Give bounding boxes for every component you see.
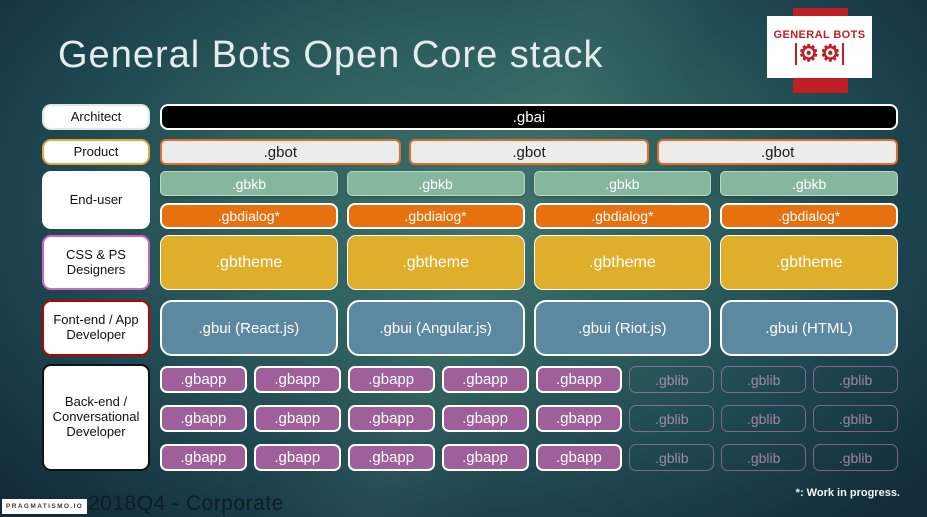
stack-box-gbtheme: .gbtheme [160,235,338,290]
stack-box-gbapp: .gbapp [535,366,623,393]
stack-box-gblib: .gblib [721,366,807,393]
stack-row-gbapp-row-1: .gbapp .gbapp .gbapp .gbapp .gbapp .gblib .gbl… [160,366,898,393]
gear-icon: ⚙ [820,40,841,66]
stack-box-gbot: .gbot [408,139,650,165]
gear-icon: ⚙ [798,40,819,66]
role-label-end-user: End-user [42,171,150,229]
stack-box-gblib: .gblib [721,444,807,471]
gear-end-bar-right [841,42,845,65]
stack-row-gbui: .gbui (React.js) .gbui (Angular.js) .gbui … [160,300,898,356]
stack-box-gbkb: .gbkb [346,171,525,196]
stack-box-gbapp: .gbapp [253,444,341,471]
stack-row-gbai: .gbai [160,104,898,130]
stack-box-gbui: .gbui (Riot.js) [533,300,712,356]
stack-box-gbkb: .gbkb [533,171,712,196]
work-in-progress-note: *: Work in progress. [795,487,900,499]
stack-box-gbtheme: .gbtheme [533,235,712,290]
stack-box-gbot: .gbot [160,139,401,165]
stack-box-gbdialog: .gbdialog* [533,203,712,229]
stack-box-gbai: .gbai [160,104,898,130]
stack-box-gbui: .gbui (React.js) [160,300,338,356]
stack-row-gbkb: .gbkb .gbkb .gbkb .gbkb [160,171,898,196]
stack-box-gblib: .gblib [629,405,715,432]
stack-box-gbdialog: .gbdialog* [346,203,525,229]
stack-box-gbapp: .gbapp [535,405,623,432]
stack-box-gbapp: .gbapp [347,444,435,471]
stack-row-gbapp-row-2: .gbapp .gbapp .gbapp .gbapp .gbapp .gblib .gbl… [160,405,898,432]
slide-canvas: General Bots Open Core stack GENERAL BOT… [0,0,927,517]
stack-box-gbapp: .gbapp [253,366,341,393]
stack-box-gbapp: .gbapp [347,366,435,393]
stack-box-gbtheme: .gbtheme [346,235,525,290]
stack-box-gbkb: .gbkb [720,171,898,196]
role-label-product: Product [42,139,150,165]
stack-box-gblib: .gblib [629,366,715,393]
stack-box-gbapp: .gbapp [253,405,341,432]
role-label-font-end-app-developer: Font-end / App Developer [42,300,150,356]
stack-box-gblib: .gblib [629,444,715,471]
footer-version-text: 2018Q4 - Corporate [88,492,284,515]
role-label-css-ps-designers: CSS & PS Designers [42,235,150,290]
stack-box-gbot: .gbot [657,139,899,165]
stack-box-gbapp: .gbapp [160,366,247,393]
stack-row-gbtheme: .gbtheme .gbtheme .gbtheme .gbtheme [160,235,898,290]
stack-box-gbapp: .gbapp [160,444,247,471]
stack-row-gbdialog: .gbdialog* .gbdialog* .gbdialog* .gbdialog* [160,203,898,229]
stack-box-gbtheme: .gbtheme [720,235,898,290]
page-title: General Bots Open Core stack [58,34,604,76]
stack-box-gbui: .gbui (HTML) [720,300,898,356]
stack-box-gbapp: .gbapp [441,366,529,393]
pragmatismo-logo: PRAGMATISMO.IO [2,499,88,514]
stack-box-gblib: .gblib [813,405,898,432]
role-label-back-end-conversational-developer: Back-end / Conversational Developer [42,364,150,471]
stack-box-gbapp: .gbapp [441,444,529,471]
gears-icon: ⚙ ⚙ [794,40,845,66]
role-label-architect: Architect [42,104,150,130]
stack-box-gbapp: .gbapp [347,405,435,432]
stack-box-gbkb: .gbkb [160,171,338,196]
stack-box-gbapp: .gbapp [160,405,247,432]
stack-box-gblib: .gblib [813,444,898,471]
stack-box-gbapp: .gbapp [441,405,529,432]
stack-box-gbdialog: .gbdialog* [720,203,898,229]
stack-box-gblib: .gblib [721,405,807,432]
stack-box-gblib: .gblib [813,366,898,393]
stack-box-gbapp: .gbapp [535,444,623,471]
stack-box-gbdialog: .gbdialog* [160,203,338,229]
stack-row-gbapp-row-3: .gbapp .gbapp .gbapp .gbapp .gbapp .gblib .gbl… [160,444,898,471]
stack-box-gbui: .gbui (Angular.js) [346,300,525,356]
general-bots-logo: GENERAL BOTS ⚙ ⚙ [767,16,872,78]
stack-row-gbot: .gbot .gbot .gbot [160,139,899,165]
gear-end-bar-left [794,42,798,65]
